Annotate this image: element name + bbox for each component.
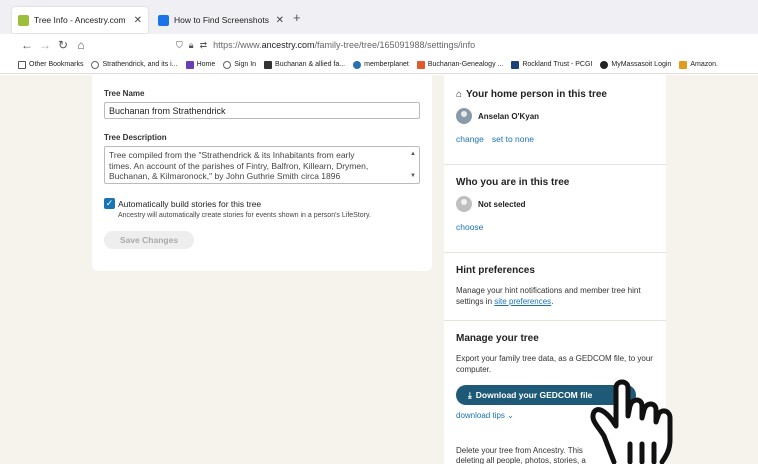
- reload-icon[interactable]: ↻: [54, 38, 72, 52]
- hint-preferences-text: Manage your hint notifications and membe…: [456, 286, 641, 306]
- tree-name-label: Tree Name: [104, 89, 145, 98]
- section-title: Manage your tree: [456, 333, 539, 344]
- export-text: Export your family tree data, as a GEDCO…: [456, 354, 653, 374]
- page-favicon-icon: [158, 14, 169, 26]
- bookmark-item[interactable]: Sign In: [223, 60, 256, 69]
- home-icon[interactable]: ⌂: [72, 38, 90, 52]
- tab-tree-info[interactable]: Tree Info - Ancestry.com ✕: [12, 7, 148, 33]
- description-line: times. An account of the parishes of Fin…: [109, 160, 369, 171]
- folder-icon: [18, 60, 26, 69]
- ancestry-leaf-icon: [18, 14, 29, 26]
- close-icon[interactable]: ✕: [134, 15, 142, 26]
- home-person-name: Anselan O'Kyan: [478, 111, 540, 121]
- tab-bar: Tree Info - Ancestry.com ✕ How to Find S…: [0, 0, 758, 34]
- new-tab-icon[interactable]: +: [293, 10, 301, 25]
- bookmark-item[interactable]: Rockland Trust - PCGI: [511, 60, 592, 69]
- permissions-icon[interactable]: ⇄: [200, 40, 208, 51]
- pointer-hand-icon: [590, 379, 673, 464]
- url-text: https://www.ancestry.com/family-tree/tre…: [213, 40, 476, 50]
- self-person-name: Not selected: [478, 199, 526, 209]
- bookmark-item[interactable]: Buchanan-Genealogy ...: [416, 60, 503, 69]
- bookmark-favicon-icon: [511, 60, 520, 69]
- choose-self-link[interactable]: choose: [456, 222, 483, 232]
- bookmark-item[interactable]: Other Bookmarks: [18, 60, 83, 69]
- auto-stories-description: Ancestry will automatically create stori…: [118, 212, 371, 219]
- bookmark-favicon-icon: [353, 60, 362, 69]
- description-line: Tree compiled from the "Strathendrick & …: [109, 150, 355, 160]
- auto-stories-checkbox[interactable]: ✓: [104, 198, 115, 209]
- globe-icon: [223, 60, 232, 69]
- who-you-are-section: Who you are in this tree Not selected ch…: [444, 165, 666, 253]
- tree-info-form: Tree Name Buchanan from Strathendrick Tr…: [92, 75, 432, 271]
- bookmark-item[interactable]: Home: [185, 60, 215, 69]
- tab-title: Tree Info - Ancestry.com: [34, 15, 126, 25]
- section-title: Your home person in this tree: [466, 89, 607, 100]
- back-icon[interactable]: ←: [18, 38, 36, 52]
- lock-icon[interactable]: 🔒︎: [189, 40, 194, 51]
- scroll-down-icon[interactable]: ▼: [410, 171, 416, 182]
- tree-description-textarea[interactable]: Tree compiled from the "Strathendrick & …: [104, 146, 420, 184]
- bookmark-item[interactable]: memberplanet: [353, 60, 409, 69]
- tree-description-label: Tree Description: [104, 133, 167, 142]
- bookmark-favicon-icon: [416, 60, 425, 69]
- globe-icon: [91, 60, 100, 69]
- download-icon: ⤓: [468, 389, 472, 400]
- forward-icon[interactable]: →: [36, 38, 54, 52]
- bookmarks-bar: Other Bookmarks Strathendrick, and its i…: [0, 56, 758, 74]
- hint-preferences-section: Hint preferences Manage your hint notifi…: [444, 253, 666, 321]
- address-bar[interactable]: ⛉ 🔒︎ ⇄ https://www.ancestry.com/family-t…: [176, 37, 756, 53]
- avatar: [456, 108, 472, 124]
- scroll-up-icon[interactable]: ▲: [410, 149, 416, 160]
- set-to-none-link[interactable]: set to none: [492, 134, 534, 144]
- amazon-icon: [679, 60, 688, 69]
- bookmark-favicon-icon: [600, 60, 609, 69]
- bookmark-favicon-icon: [185, 60, 194, 69]
- bookmark-favicon-icon: [264, 60, 273, 69]
- bookmark-item[interactable]: MyMassasoit Login: [600, 60, 671, 69]
- tab-title: How to Find Screenshots on a Wi: [174, 15, 271, 25]
- change-home-person-link[interactable]: change: [456, 134, 484, 144]
- auto-stories-row: ✓ Automatically build stories for this t…: [104, 198, 420, 209]
- close-icon[interactable]: ✕: [276, 15, 284, 26]
- avatar: [456, 196, 472, 212]
- home-person-section: ⌂ Your home person in this tree Anselan O…: [444, 75, 666, 165]
- home-icon: ⌂: [456, 89, 463, 100]
- tree-name-input[interactable]: Buchanan from Strathendrick: [104, 102, 420, 119]
- section-title: Hint preferences: [456, 265, 535, 276]
- section-title: Who you are in this tree: [456, 177, 570, 188]
- bookmark-item[interactable]: Strathendrick, and its i...: [91, 60, 178, 69]
- auto-stories-label: Automatically build stories for this tre…: [118, 198, 262, 209]
- tab-screenshots[interactable]: How to Find Screenshots on a Wi ✕: [152, 7, 290, 33]
- save-changes-button[interactable]: Save Changes: [104, 231, 194, 249]
- shield-icon[interactable]: ⛉: [176, 40, 183, 51]
- nav-bar: ← → ↻ ⌂ ⛉ 🔒︎ ⇄ https://www.ancestry.com/…: [0, 34, 758, 56]
- description-line: Buchanan, & Kilmaronock," by John Guthri…: [109, 171, 341, 181]
- bookmark-item[interactable]: Buchanan & allied fa...: [264, 60, 345, 69]
- chevron-down-icon: ⌄: [507, 411, 514, 420]
- site-preferences-link[interactable]: site preferences: [494, 297, 551, 306]
- bookmark-item[interactable]: Amazon.: [679, 60, 718, 69]
